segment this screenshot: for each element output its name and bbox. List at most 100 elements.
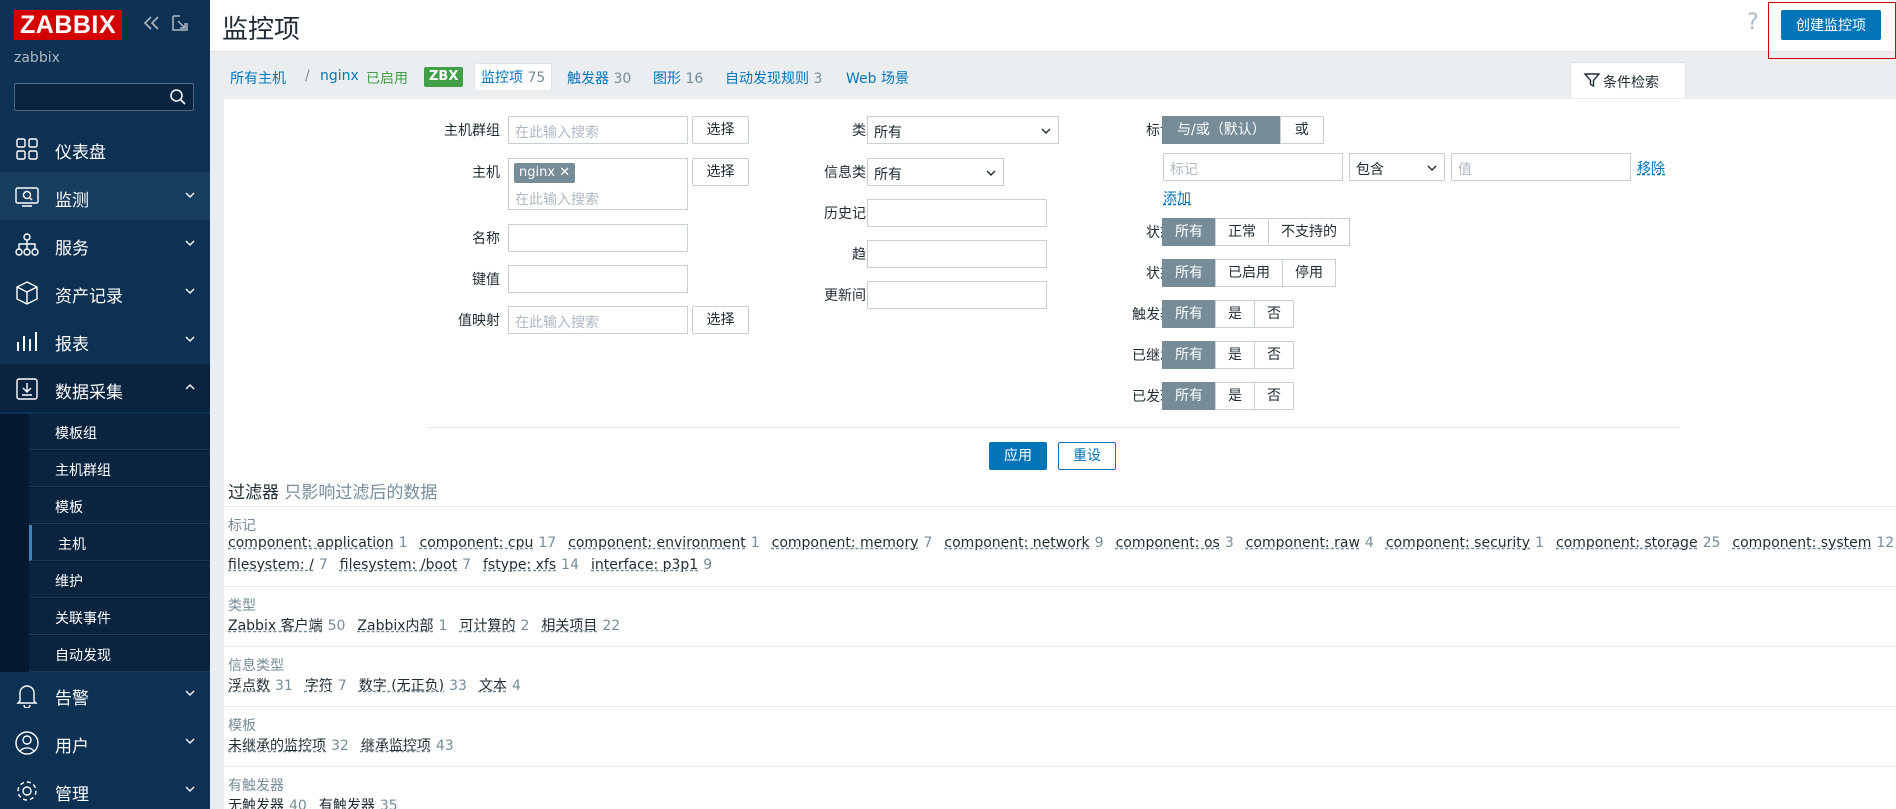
subfilter-item[interactable]: fstype: xfs 14 bbox=[483, 557, 579, 573]
subfilter-item[interactable]: filesystem: /boot 7 bbox=[340, 557, 471, 573]
submenu-template-groups[interactable]: 模板组 bbox=[29, 414, 210, 450]
discovered-yes-option[interactable]: 是 bbox=[1215, 382, 1255, 410]
inherited-no-option[interactable]: 否 bbox=[1254, 341, 1294, 369]
subfilter-item[interactable]: component: application 1 bbox=[228, 535, 408, 551]
subfilter-group-type: 类型 Zabbix 客户端 50 Zabbix内部 1 可计算的 2 相关项目 22 bbox=[224, 586, 1896, 646]
status-enabled-option[interactable]: 已启用 bbox=[1215, 259, 1283, 287]
apply-button[interactable]: 应用 bbox=[989, 442, 1047, 470]
tab-web-scenarios[interactable]: Web 场景 bbox=[846, 68, 909, 88]
subfilter-item[interactable]: Zabbix内部 1 bbox=[357, 618, 447, 634]
host-status-enabled[interactable]: 已启用 bbox=[366, 68, 408, 88]
filter-toggle-tab[interactable]: 条件检索 bbox=[1570, 62, 1686, 98]
tab-items[interactable]: 监控项 75 bbox=[474, 63, 553, 90]
name-input[interactable] bbox=[508, 224, 688, 252]
host-groups-input[interactable]: 在此输入搜索 bbox=[508, 116, 688, 144]
submenu-host-groups[interactable]: 主机群组 bbox=[29, 451, 210, 487]
triggers-no-option[interactable]: 否 bbox=[1254, 300, 1294, 328]
subfilter-item[interactable]: filesystem: /7 bbox=[228, 557, 328, 573]
subfilter-item[interactable]: 数字 (无正负) 33 bbox=[359, 678, 467, 694]
info-type-select[interactable]: 所有 bbox=[867, 158, 1004, 186]
subfilter-item[interactable]: component: security 1 bbox=[1386, 535, 1544, 551]
nav-monitoring[interactable]: 监测 bbox=[0, 172, 210, 220]
submenu-hosts[interactable]: 主机 bbox=[29, 525, 210, 561]
nav-users[interactable]: 用户 bbox=[0, 718, 210, 766]
subfilter-item[interactable]: 相关项目 22 bbox=[541, 618, 620, 634]
nav-administration[interactable]: 管理 bbox=[0, 766, 210, 809]
valuemap-select-button[interactable]: 选择 bbox=[692, 306, 749, 334]
hosts-multiselect[interactable]: nginx ✕ 在此输入搜索 bbox=[508, 158, 688, 210]
zabbix-logo[interactable]: ZABBIX bbox=[14, 10, 123, 40]
search-icon[interactable] bbox=[169, 88, 187, 106]
subfilter-item-label: component: network bbox=[944, 535, 1090, 551]
discovered-all-option[interactable]: 所有 bbox=[1162, 382, 1216, 410]
state-unsupported-option[interactable]: 不支持的 bbox=[1268, 218, 1350, 246]
host-groups-select-button[interactable]: 选择 bbox=[692, 116, 749, 144]
subfilter-item[interactable]: component: storage 25 bbox=[1556, 535, 1720, 551]
interval-input[interactable] bbox=[867, 281, 1047, 309]
valuemap-input[interactable]: 在此输入搜索 bbox=[508, 306, 688, 334]
hosts-select-button[interactable]: 选择 bbox=[692, 158, 749, 186]
inherited-all-option[interactable]: 所有 bbox=[1162, 341, 1216, 369]
type-select[interactable]: 所有 bbox=[867, 116, 1059, 144]
state-all-option[interactable]: 所有 bbox=[1162, 218, 1216, 246]
submenu-maintenance[interactable]: 维护 bbox=[29, 562, 210, 598]
subfilter-item[interactable]: component: raw 4 bbox=[1246, 535, 1374, 551]
tab-discovery-rules[interactable]: 自动发现规则 3 bbox=[725, 68, 822, 88]
subfilter-item[interactable]: 有触发器 35 bbox=[319, 798, 398, 809]
submenu-event-correlation[interactable]: 关联事件 bbox=[29, 599, 210, 635]
subfilter-item[interactable]: 无触发器 40 bbox=[228, 798, 307, 809]
subfilter-item[interactable]: 字符 7 bbox=[305, 678, 347, 694]
subfilter-item[interactable]: 未继承的监控项 32 bbox=[228, 738, 349, 754]
subfilter-item[interactable]: 继承监控项 43 bbox=[361, 738, 454, 754]
kiosk-mode-icon[interactable] bbox=[170, 13, 190, 33]
subfilter-item[interactable]: 可计算的 2 bbox=[459, 618, 529, 634]
nav-services[interactable]: 服务 bbox=[0, 220, 210, 268]
subfilter-item[interactable]: 文本 4 bbox=[479, 678, 521, 694]
breadcrumb-host[interactable]: nginx bbox=[320, 68, 359, 84]
reset-button[interactable]: 重设 bbox=[1058, 442, 1116, 470]
host-chip[interactable]: nginx ✕ bbox=[514, 163, 576, 183]
state-normal-option[interactable]: 正常 bbox=[1215, 218, 1269, 246]
collapse-sidebar-icon[interactable] bbox=[142, 13, 162, 33]
submenu-templates[interactable]: 模板 bbox=[29, 488, 210, 524]
inherited-yes-option[interactable]: 是 bbox=[1215, 341, 1255, 369]
subfilter-item[interactable]: component: system 12 bbox=[1732, 535, 1894, 551]
remove-chip-icon[interactable]: ✕ bbox=[559, 165, 570, 180]
tab-triggers[interactable]: 触发器 30 bbox=[567, 68, 631, 88]
nav-alerts[interactable]: 告警 bbox=[0, 670, 210, 718]
subfilter-item[interactable]: component: environment 1 bbox=[568, 535, 759, 551]
nav-data-collection[interactable]: 数据采集 bbox=[0, 364, 210, 412]
tag-name-input[interactable]: 标记 bbox=[1163, 153, 1343, 181]
tag-value-input[interactable]: 值 bbox=[1451, 153, 1631, 181]
tags-or-option[interactable]: 或 bbox=[1279, 116, 1324, 144]
triggers-all-option[interactable]: 所有 bbox=[1162, 300, 1216, 328]
nav-inventory[interactable]: 资产记录 bbox=[0, 268, 210, 316]
help-icon[interactable]: ? bbox=[1747, 10, 1759, 35]
submenu-discovery[interactable]: 自动发现 bbox=[29, 636, 210, 672]
discovered-no-option[interactable]: 否 bbox=[1254, 382, 1294, 410]
triggers-yes-option[interactable]: 是 bbox=[1215, 300, 1255, 328]
nav-reports[interactable]: 报表 bbox=[0, 316, 210, 364]
trends-input[interactable] bbox=[867, 240, 1047, 268]
subfilter-item[interactable]: component: cpu 17 bbox=[420, 535, 557, 551]
status-all-option[interactable]: 所有 bbox=[1162, 259, 1216, 287]
sidebar-search-input[interactable] bbox=[14, 83, 194, 111]
history-input[interactable] bbox=[867, 199, 1047, 227]
add-tag-link[interactable]: 添加 bbox=[1163, 188, 1191, 208]
subfilter-item[interactable]: component: network 9 bbox=[944, 535, 1103, 551]
subfilter-item[interactable]: Zabbix 客户端 50 bbox=[228, 618, 345, 634]
status-disabled-option[interactable]: 停用 bbox=[1282, 259, 1336, 287]
key-input[interactable] bbox=[508, 265, 688, 293]
tags-and-or-option[interactable]: 与/或（默认） bbox=[1162, 116, 1281, 144]
tag-operator-select[interactable]: 包含 bbox=[1349, 153, 1445, 181]
remove-tag-link[interactable]: 移除 bbox=[1637, 158, 1665, 178]
chevron-down-icon bbox=[184, 333, 196, 345]
subfilter-item[interactable]: 浮点数 31 bbox=[228, 678, 293, 694]
nav-dashboard[interactable]: 仪表盘 bbox=[0, 124, 210, 172]
create-item-button[interactable]: 创建监控项 bbox=[1781, 10, 1881, 40]
tab-graphs[interactable]: 图形 16 bbox=[653, 68, 703, 88]
subfilter-item[interactable]: interface: p3p1 9 bbox=[591, 557, 712, 573]
subfilter-item[interactable]: component: memory 7 bbox=[772, 535, 933, 551]
subfilter-item[interactable]: component: os 3 bbox=[1116, 535, 1234, 551]
breadcrumb-all-hosts[interactable]: 所有主机 bbox=[230, 68, 286, 88]
